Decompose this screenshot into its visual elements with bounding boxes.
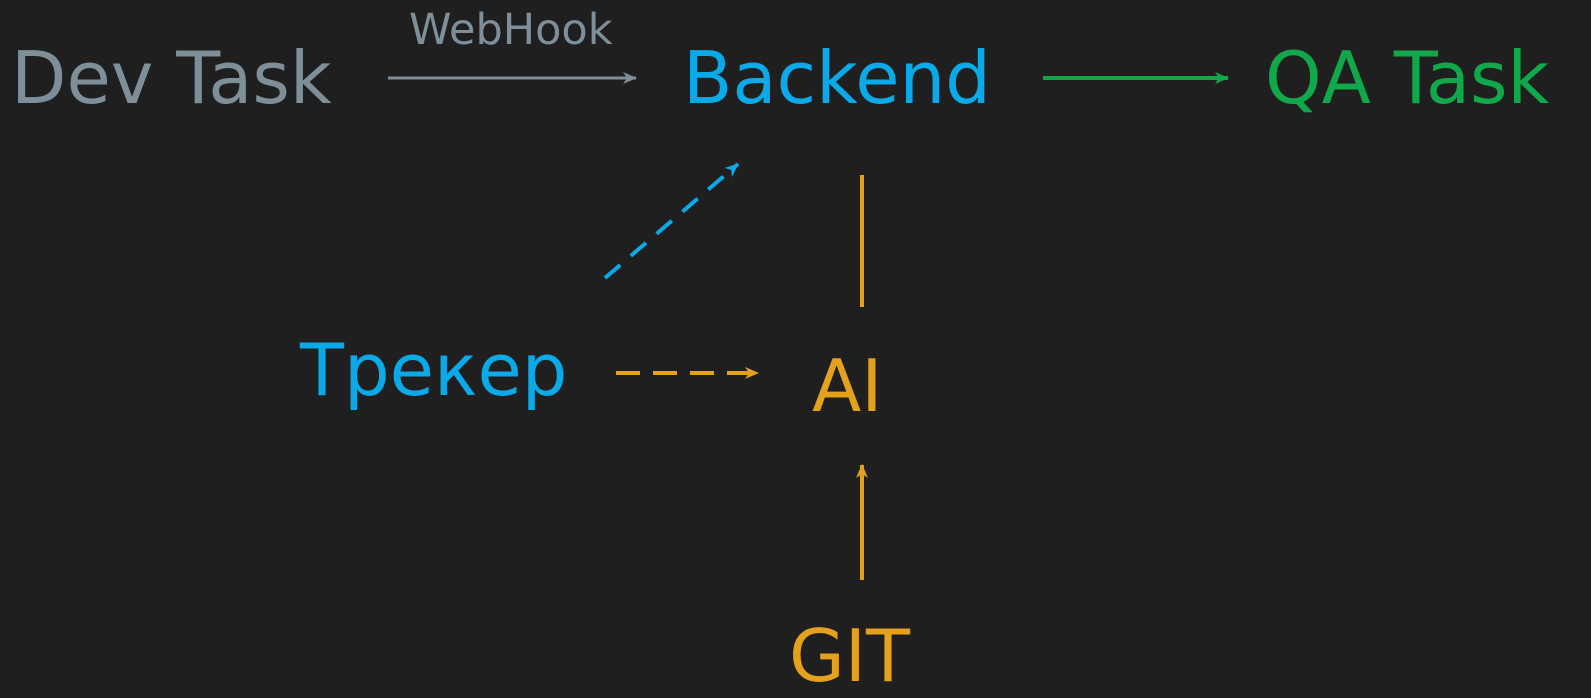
node-tracker: Трекер (300, 328, 568, 412)
node-qa-task: QA Task (1265, 36, 1550, 120)
node-backend: Backend (683, 36, 991, 120)
node-git: GIT (789, 614, 911, 698)
edge-tracker-backend (603, 162, 740, 280)
webhook-label: WebHook (409, 5, 613, 55)
node-ai: AI (812, 344, 883, 428)
node-dev-task: Dev Task (11, 36, 332, 120)
